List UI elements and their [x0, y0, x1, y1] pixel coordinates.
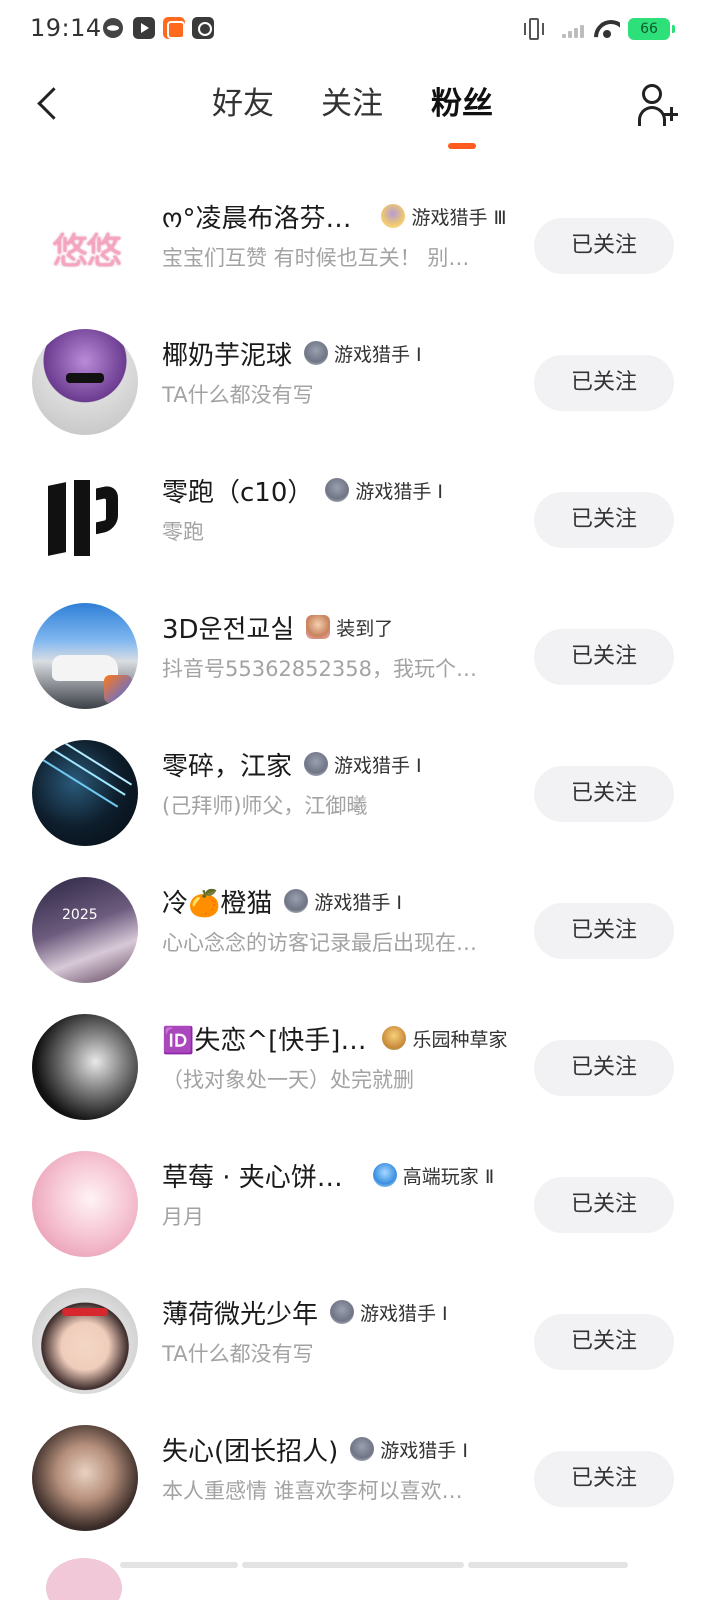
fan-bio: 本人重感情 谁喜欢李柯以喜欢…: [162, 1479, 463, 1503]
following-button[interactable]: 已关注: [534, 218, 674, 274]
fan-bio: 心心念念的访客记录最后出现在…: [162, 931, 477, 955]
avatar[interactable]: 悠悠: [32, 192, 138, 298]
pro-badge-icon: [372, 1163, 397, 1187]
game-badge[interactable]: 高端玩家 Ⅱ: [372, 1161, 494, 1189]
loading-placeholder: [242, 1562, 464, 1568]
tab-friends[interactable]: 好友: [212, 82, 274, 126]
list-item[interactable]: 3D운전교실 装到了 抖音号55362852358，我玩个… 已关注: [0, 591, 720, 728]
list-item[interactable]: 冷🍊橙猫 游戏猎手 Ⅰ 心心念念的访客记录最后出现在… 已关注: [0, 865, 720, 1002]
fan-name[interactable]: 薄荷微光少年: [162, 1294, 318, 1331]
fan-name[interactable]: 椰奶芋泥球: [162, 335, 292, 372]
avatar[interactable]: [32, 603, 138, 709]
checkin-badge-icon: [306, 615, 331, 639]
hunter-gold-badge-icon: [381, 204, 406, 228]
game-badge[interactable]: 游戏猎手 Ⅰ: [325, 476, 443, 504]
avatar[interactable]: [32, 740, 138, 846]
vibrate-icon: [524, 18, 544, 40]
fan-name[interactable]: 零跑（c10）: [162, 472, 313, 509]
hunter-badge-icon: [304, 752, 329, 776]
following-button[interactable]: 已关注: [534, 903, 674, 959]
orange-app-icon: [163, 17, 185, 39]
list-item[interactable]: 悠悠 ო°凌晨布洛芬… 游戏猎手 Ⅲ 宝宝们互赞 有时候也互关！ 别… 已关注: [0, 180, 720, 317]
list-item[interactable]: 失心(团长招人) 游戏猎手 Ⅰ 本人重感情 谁喜欢李柯以喜欢… 已关注: [0, 1413, 720, 1550]
avatar[interactable]: [32, 877, 138, 983]
top-nav: 好友 关注 粉丝: [0, 70, 720, 160]
following-button[interactable]: 已关注: [534, 629, 674, 685]
following-button[interactable]: 已关注: [534, 492, 674, 548]
active-tab-indicator: [448, 143, 476, 149]
hunter-badge-icon: [284, 889, 309, 913]
following-button[interactable]: 已关注: [534, 766, 674, 822]
fan-name[interactable]: 零碎，江家: [162, 746, 292, 783]
fan-bio: TA什么都没有写: [162, 383, 314, 407]
loop-app-icon: [103, 18, 123, 38]
add-friend-icon[interactable]: [636, 82, 684, 130]
status-bar: 19:14 66: [0, 0, 720, 56]
avatar[interactable]: [32, 1425, 138, 1531]
status-time: 19:14: [30, 14, 102, 42]
list-item[interactable]: 薄荷微光少年 游戏猎手 Ⅰ TA什么都没有写 已关注: [0, 1276, 720, 1413]
wifi-icon: [594, 18, 620, 38]
avatar[interactable]: [32, 1151, 138, 1257]
fan-bio: （找对象处一天）处完就删: [162, 1068, 414, 1092]
fan-name[interactable]: 草莓 · 夹心饼…: [162, 1157, 343, 1194]
list-item[interactable]: 零碎，江家 游戏猎手 Ⅰ (己拜师)师父，江御曦 已关注: [0, 728, 720, 865]
fan-bio: 零跑: [162, 520, 204, 544]
following-button[interactable]: 已关注: [534, 1451, 674, 1507]
music-app-icon: [192, 17, 214, 39]
fan-bio: 宝宝们互赞 有时候也互关！ 别…: [162, 246, 470, 270]
fan-name[interactable]: 🆔失恋^[快手]…: [162, 1020, 366, 1057]
avatar[interactable]: [46, 1558, 122, 1600]
following-button[interactable]: 已关注: [534, 1314, 674, 1370]
loading-placeholder: [468, 1562, 628, 1568]
garden-badge-icon: [382, 1026, 407, 1050]
signal-icon: [562, 22, 586, 38]
hunter-badge-icon: [330, 1300, 355, 1324]
back-arrow-icon[interactable]: [26, 80, 70, 128]
tab-fans[interactable]: 粉丝: [431, 82, 493, 126]
play-app-icon: [133, 17, 155, 39]
loading-placeholder: [120, 1562, 238, 1568]
avatar[interactable]: [32, 329, 138, 435]
list-item[interactable]: 零跑（c10） 游戏猎手 Ⅰ 零跑 已关注: [0, 454, 720, 591]
list-item-partial[interactable]: [0, 1552, 720, 1600]
game-badge[interactable]: 游戏猎手 Ⅰ: [284, 887, 402, 915]
fan-name[interactable]: 失心(团长招人): [162, 1431, 338, 1468]
list-item[interactable]: 草莓 · 夹心饼… 高端玩家 Ⅱ 月月 已关注: [0, 1139, 720, 1276]
list-item[interactable]: 椰奶芋泥球 游戏猎手 Ⅰ TA什么都没有写 已关注: [0, 317, 720, 454]
game-badge[interactable]: 游戏猎手 Ⅰ: [330, 1298, 448, 1326]
following-button[interactable]: 已关注: [534, 355, 674, 411]
game-badge[interactable]: 游戏猎手 Ⅰ: [304, 339, 422, 367]
fan-name[interactable]: 冷🍊橙猫: [162, 883, 272, 920]
fan-name[interactable]: ო°凌晨布洛芬…: [162, 198, 351, 235]
game-badge[interactable]: 游戏猎手 Ⅲ: [381, 202, 507, 230]
list-item[interactable]: 🆔失恋^[快手]… 乐园种草家 （找对象处一天）处完就删 已关注: [0, 1002, 720, 1139]
hunter-badge-icon: [350, 1437, 375, 1461]
game-badge[interactable]: 乐园种草家: [382, 1024, 507, 1052]
battery-icon: 66: [628, 18, 675, 40]
fan-name[interactable]: 3D운전교실: [162, 609, 294, 646]
following-button[interactable]: 已关注: [534, 1177, 674, 1233]
fan-bio: 月月: [162, 1205, 204, 1229]
hunter-badge-icon: [325, 478, 350, 502]
avatar[interactable]: [32, 466, 138, 572]
game-badge[interactable]: 装到了: [306, 613, 393, 641]
avatar[interactable]: [32, 1014, 138, 1120]
tab-following[interactable]: 关注: [321, 82, 383, 126]
fan-bio: TA什么都没有写: [162, 1342, 314, 1366]
avatar[interactable]: [32, 1288, 138, 1394]
fan-bio: (己拜师)师父，江御曦: [162, 794, 368, 818]
game-badge[interactable]: 游戏猎手 Ⅰ: [304, 750, 422, 778]
hunter-badge-icon: [304, 341, 329, 365]
game-badge[interactable]: 游戏猎手 Ⅰ: [350, 1435, 468, 1463]
following-button[interactable]: 已关注: [534, 1040, 674, 1096]
fan-bio: 抖音号55362852358，我玩个…: [162, 657, 477, 681]
